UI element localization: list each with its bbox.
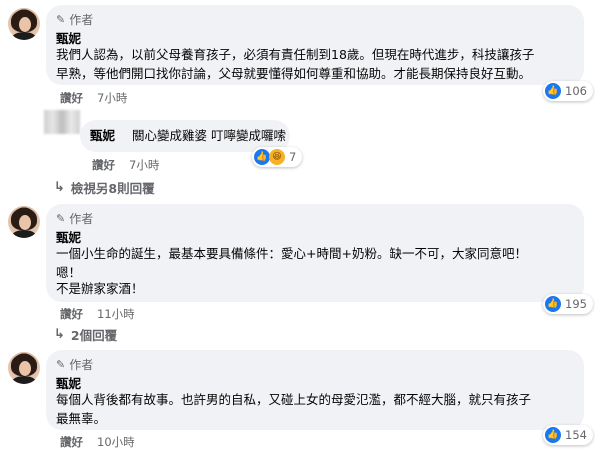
author-badge: ✎ 作者: [56, 212, 94, 226]
reply-arrow-icon: ↳: [54, 180, 65, 195]
like-button[interactable]: 讚好: [60, 306, 83, 322]
timestamp[interactable]: 10小時: [97, 434, 135, 450]
reply-text: 關心變成雞婆 叮嚀變成囉嗦: [132, 128, 286, 143]
like-icon: 👍: [545, 83, 561, 99]
author-badge: ✎ 作者: [56, 13, 94, 27]
comment-actions: 讚好 10小時: [60, 434, 135, 450]
like-icon: 👍: [254, 149, 270, 165]
haha-icon: 😆: [269, 149, 285, 165]
pen-icon: ✎: [56, 212, 66, 225]
reply-arrow-icon: ↳: [54, 327, 65, 342]
avatar[interactable]: [8, 8, 40, 40]
comment-text-line: 最無辜。: [56, 411, 107, 426]
reaction-summary[interactable]: 👍 195: [543, 294, 593, 314]
replies-link[interactable]: ↳ 2個回覆: [54, 325, 117, 344]
reaction-summary[interactable]: 👍 106: [543, 81, 593, 101]
like-button[interactable]: 讚好: [60, 90, 83, 106]
like-icon: 👍: [545, 296, 561, 312]
comment-actions: 讚好 7小時: [60, 90, 127, 106]
avatar[interactable]: [8, 352, 40, 384]
view-more-replies-link[interactable]: ↳ 檢視另8則回覆: [54, 178, 155, 197]
reply-name[interactable]: 甄妮: [90, 126, 115, 145]
comment-actions: 讚好 11小時: [60, 306, 135, 322]
comment-text-line: 不是辦家家酒！: [56, 281, 144, 296]
pen-icon: ✎: [56, 358, 66, 371]
reaction-summary[interactable]: 👍 154: [543, 425, 593, 445]
reaction-summary[interactable]: 👍 😆 7: [252, 147, 303, 167]
pen-icon: ✎: [56, 13, 66, 26]
reply-actions: 讚好 7小時: [92, 157, 159, 173]
comment-text-line: 我們人認為，以前父母養育孩子，必須有責任制到18歲。但現在時代進步，科技讓孩子: [56, 47, 535, 62]
timestamp[interactable]: 7小時: [97, 90, 127, 106]
comment-text-line: 一個小生命的誕生，最基本要具備條件：愛心+時間+奶粉。缺一不可，大家同意吧！: [56, 246, 527, 261]
timestamp[interactable]: 7小時: [129, 157, 159, 173]
blurred-avatar: [44, 110, 80, 134]
avatar[interactable]: [8, 206, 40, 238]
like-button[interactable]: 讚好: [92, 157, 115, 173]
author-badge: ✎ 作者: [56, 358, 94, 372]
comment-text-line: 早熟，等他們開口找你討論，父母就要懂得如何尊重和協助。才能長期保持良好互動。: [56, 66, 532, 81]
like-icon: 👍: [545, 427, 561, 443]
like-button[interactable]: 讚好: [60, 434, 83, 450]
comment-text-line: 每個人背後都有故事。也許男的自私，又碰上女的母愛氾濫，都不經大腦，就只有孩子: [56, 392, 532, 407]
timestamp[interactable]: 11小時: [97, 306, 135, 322]
